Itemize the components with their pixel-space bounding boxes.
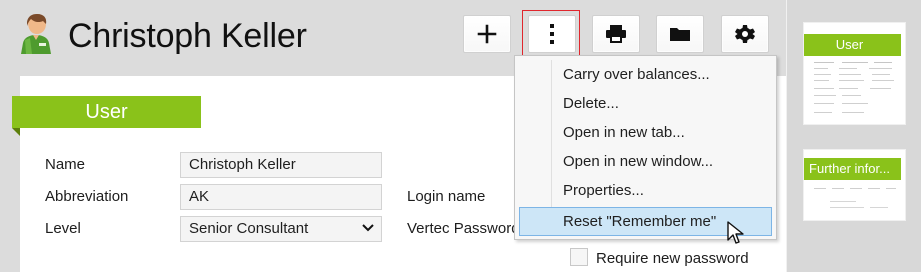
require-new-password-label: Require new password — [596, 250, 749, 267]
main-panel: Christoph Keller User Name Christoph Kel… — [0, 0, 786, 272]
menu-item-carry-over-balances[interactable]: Carry over balances... — [519, 60, 772, 89]
name-field[interactable]: Christoph Keller — [180, 152, 382, 178]
page-thumbnail-user[interactable]: User — [803, 22, 906, 125]
level-label: Level — [45, 220, 81, 237]
level-select[interactable]: Senior Consultant — [180, 216, 382, 242]
gear-icon — [722, 16, 768, 52]
thumbnail-preview-lines — [814, 187, 898, 215]
plus-icon — [464, 16, 510, 52]
settings-button[interactable] — [721, 15, 769, 53]
abbreviation-field[interactable]: AK — [180, 184, 382, 210]
menu-item-delete[interactable]: Delete... — [519, 89, 772, 118]
chevron-down-icon[interactable] — [360, 220, 376, 236]
add-button[interactable] — [463, 15, 511, 53]
more-actions-highlight — [522, 10, 580, 59]
mouse-cursor-icon — [727, 221, 745, 245]
abbreviation-label: Abbreviation — [45, 188, 129, 205]
page-title: Christoph Keller — [68, 17, 307, 55]
folder-icon — [657, 16, 703, 52]
login-name-label: Login name — [407, 188, 486, 205]
menu-item-properties[interactable]: Properties... — [519, 176, 772, 205]
thumbnail-title-further-information: Further infor... — [804, 158, 901, 180]
section-title-user: User — [12, 96, 201, 136]
thumbnail-preview-lines — [814, 60, 898, 120]
page-thumbnail-further-information[interactable]: Further infor... — [803, 149, 906, 221]
menu-item-open-new-tab[interactable]: Open in new tab... — [519, 118, 772, 147]
level-select-value: Senior Consultant — [189, 220, 309, 237]
vertec-password-label: Vertec Password — [407, 220, 520, 237]
context-menu: Carry over balances... Delete... Open in… — [514, 55, 777, 240]
thumbnail-title-user: User — [804, 34, 901, 56]
menu-item-open-new-window[interactable]: Open in new window... — [519, 147, 772, 176]
folder-button[interactable] — [656, 15, 704, 53]
require-new-password-checkbox[interactable] — [570, 248, 588, 266]
printer-icon — [593, 16, 639, 52]
print-button[interactable] — [592, 15, 640, 53]
user-avatar-icon — [19, 14, 53, 54]
name-label: Name — [45, 156, 86, 173]
application-window: Christoph Keller User Name Christoph Kel… — [0, 0, 921, 272]
